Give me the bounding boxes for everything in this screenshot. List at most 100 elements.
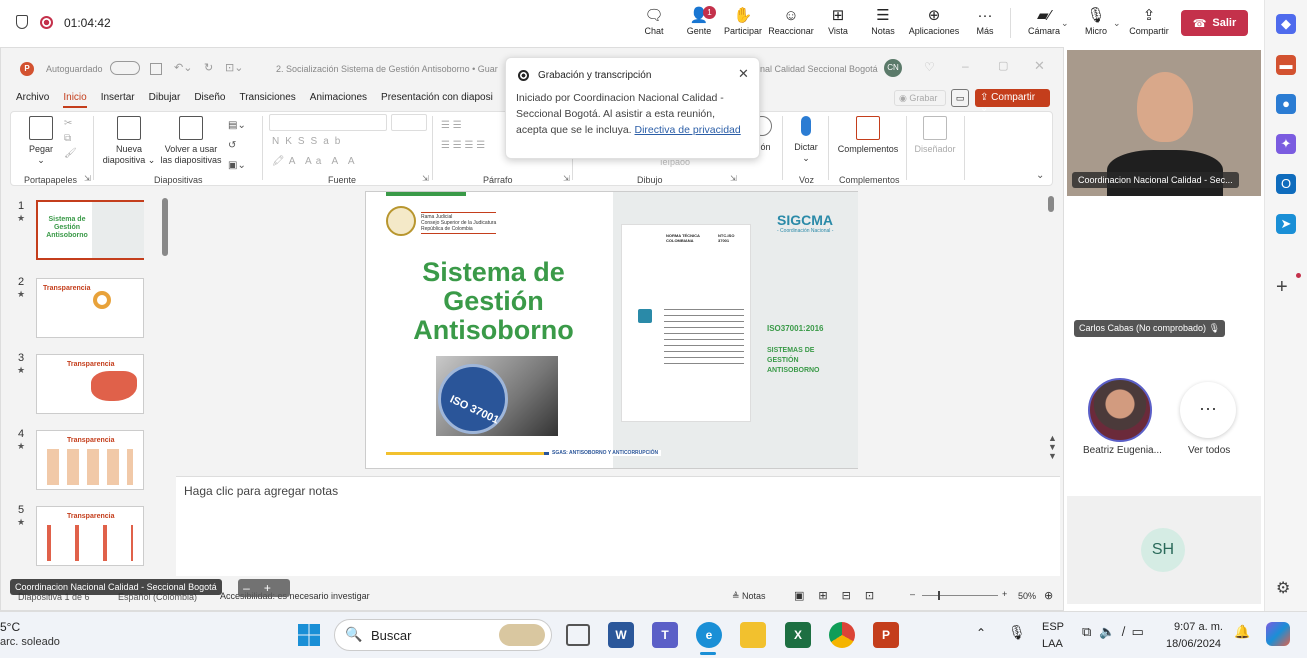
tab-diseno[interactable]: Diseño [194,92,225,108]
thumbnail-scrollbar[interactable] [162,198,168,256]
more-button[interactable]: ··· Más [962,6,1008,36]
weather-temp[interactable]: 5°C [0,620,20,634]
add-app-icon[interactable]: + [1276,276,1288,299]
maximize-icon[interactable]: ▢ [998,59,1008,72]
tab-archivo[interactable]: Archivo [16,92,49,108]
clock-date[interactable]: 18/06/2024 [1166,638,1221,650]
task-view-icon[interactable] [566,624,590,646]
notes-pane[interactable]: Haga clic para agregar notas [176,476,1060,576]
minimize-icon[interactable]: – [962,59,969,73]
excel-app-icon[interactable]: X [785,622,811,648]
share-button[interactable]: ⇪ Compartir [1126,6,1172,36]
view-button[interactable]: ⊞ Vista [815,6,861,36]
close-notification-icon[interactable]: ✕ [738,66,749,82]
taskbar-search[interactable]: 🔍 Buscar [334,619,552,651]
tab-presentacion[interactable]: Presentación con diaposi [381,92,493,108]
raise-hand-button[interactable]: ✋ Participar [720,6,766,36]
tray-chevron-icon[interactable]: ⌃ [976,626,986,640]
tab-insertar[interactable]: Insertar [101,92,135,108]
close-window-icon[interactable]: ✕ [1034,58,1045,74]
see-all-link[interactable]: Ver todos [1188,445,1230,456]
sh-video-tile[interactable]: SH [1067,496,1261,604]
clock-time[interactable]: 9:07 a. m. [1174,621,1223,633]
layout-icons[interactable]: ▤⌄ ↺ ▣⌄ [228,116,246,176]
new-slide-button[interactable]: Nueva diapositiva ⌄ [100,116,158,166]
tab-animaciones[interactable]: Animaciones [310,92,367,108]
font-name-select[interactable] [269,114,387,131]
copilot-app-icon[interactable]: ✦ [1276,134,1296,154]
leave-button[interactable]: ☎ Salir [1181,10,1248,36]
dialog-launcher-icon[interactable]: ⇲ [84,174,91,183]
privacy-policy-link[interactable]: Directiva de privacidad [635,124,741,136]
notes-toggle[interactable]: ≜ Notas [732,591,766,602]
zoom-level[interactable]: 50% [1018,591,1036,601]
ppt-share-button[interactable]: ⇪ Compartir ⌄ [975,89,1050,114]
tag-app-icon[interactable]: ◆ [1276,14,1296,34]
slide-canvas[interactable]: Rama Judicial Consejo Superior de la Jud… [365,191,858,469]
chrome-app-icon[interactable] [829,622,855,648]
settings-gear-icon[interactable]: ⚙ [1276,578,1290,598]
share-zoom-controls[interactable]: –+ [238,579,290,597]
record-button[interactable]: ◉ Grabar [894,90,946,106]
windows-start-icon[interactable] [298,624,320,646]
reuse-slides-button[interactable]: Volver a usar las diapositivas [160,116,222,166]
dialog-launcher-icon[interactable]: ⇲ [422,174,429,183]
fit-slide-icon[interactable]: ⊕ [1044,589,1053,602]
dictate-button[interactable]: Dictar ⌄ [789,116,823,164]
copilot-taskbar-icon[interactable] [1266,622,1290,646]
addins-button[interactable]: Complementos [834,116,902,155]
slide-thumbnail-5[interactable]: Transparencia [36,506,144,566]
zoom-slider-thumb[interactable] [938,591,940,600]
camera-chevron-icon[interactable]: ⌄ [1061,18,1069,29]
mic-chevron-icon[interactable]: ⌄ [1113,18,1121,29]
zoom-out-icon[interactable]: – [910,589,915,599]
slide-scrollbar[interactable] [1048,196,1054,212]
present-icon[interactable]: ⊡⌄ [225,61,243,74]
tab-dibujar[interactable]: Dibujar [149,92,181,108]
language-secondary[interactable]: LAA [1042,638,1063,650]
font-color-icons[interactable]: 🖍A Aa A A [272,156,359,167]
paragraph-icons[interactable]: ☰ ☰ ☰ ☰ ☰ ☰ [441,116,485,156]
tray-status-icons[interactable]: ⧉🔈̸▭ [1082,624,1152,640]
powerpoint-app-icon[interactable]: P [873,622,899,648]
designer-button[interactable]: Diseñador [910,116,960,155]
slide-thumbnail-2[interactable]: Transparencia [36,278,144,338]
slide-nav-arrows[interactable]: ▲ ▼ ▼ [1048,434,1057,461]
save-icon[interactable] [150,63,162,75]
lightbulb-icon[interactable]: ♡ [924,60,935,74]
chat-button[interactable]: 🗨 Chat [631,6,677,36]
redo-icon[interactable]: ↻ [204,61,213,74]
collapse-ribbon-icon[interactable]: ⌄ [1036,170,1044,181]
tab-transiciones[interactable]: Transiciones [239,92,295,108]
font-format-icons[interactable]: NKSSab [272,136,346,147]
file-explorer-icon[interactable] [740,622,766,648]
zoom-in-icon[interactable]: + [1002,589,1007,599]
slide-thumbnail-3[interactable]: Transparencia [36,354,144,414]
teams-app-icon[interactable]: T [652,622,678,648]
paste-button[interactable]: Pegar ⌄ [24,116,58,166]
weather-desc[interactable]: arc. soleado [0,636,60,648]
view-icons[interactable]: ▣⊞⊟⊡ [794,589,888,602]
edge-app-icon[interactable]: e [696,622,722,648]
slide-thumbnail-1[interactable]: Sistema de Gestión Antisoborno [36,200,144,260]
account-avatar[interactable]: CN [884,59,902,77]
outlook-app-icon[interactable]: O [1276,174,1296,194]
word-app-icon[interactable]: W [608,622,634,648]
undo-icon[interactable]: ↶⌄ [174,61,192,74]
slide-thumbnail-4[interactable]: Transparencia [36,430,144,490]
send-app-icon[interactable]: ➤ [1276,214,1296,234]
notes-button[interactable]: ☰ Notas [860,6,906,36]
react-button[interactable]: ☺ Reaccionar [768,6,814,36]
toolbox-app-icon[interactable]: ▬ [1276,55,1296,75]
tab-inicio[interactable]: Inicio [63,92,87,108]
notifications-bell-icon[interactable]: 🔔 [1234,624,1250,640]
font-size-select[interactable] [391,114,427,131]
people-app-icon[interactable]: ● [1276,94,1296,114]
language-primary[interactable]: ESP [1042,621,1064,633]
apps-button[interactable]: ⊕ Aplicaciones [906,6,962,36]
dialog-launcher-icon[interactable]: ⇲ [730,174,737,183]
autosave-toggle[interactable] [110,61,140,75]
zoom-slider[interactable] [922,595,998,596]
tray-mic-icon[interactable]: 🎙 [1008,624,1026,641]
dialog-launcher-icon[interactable]: ⇲ [563,174,570,183]
